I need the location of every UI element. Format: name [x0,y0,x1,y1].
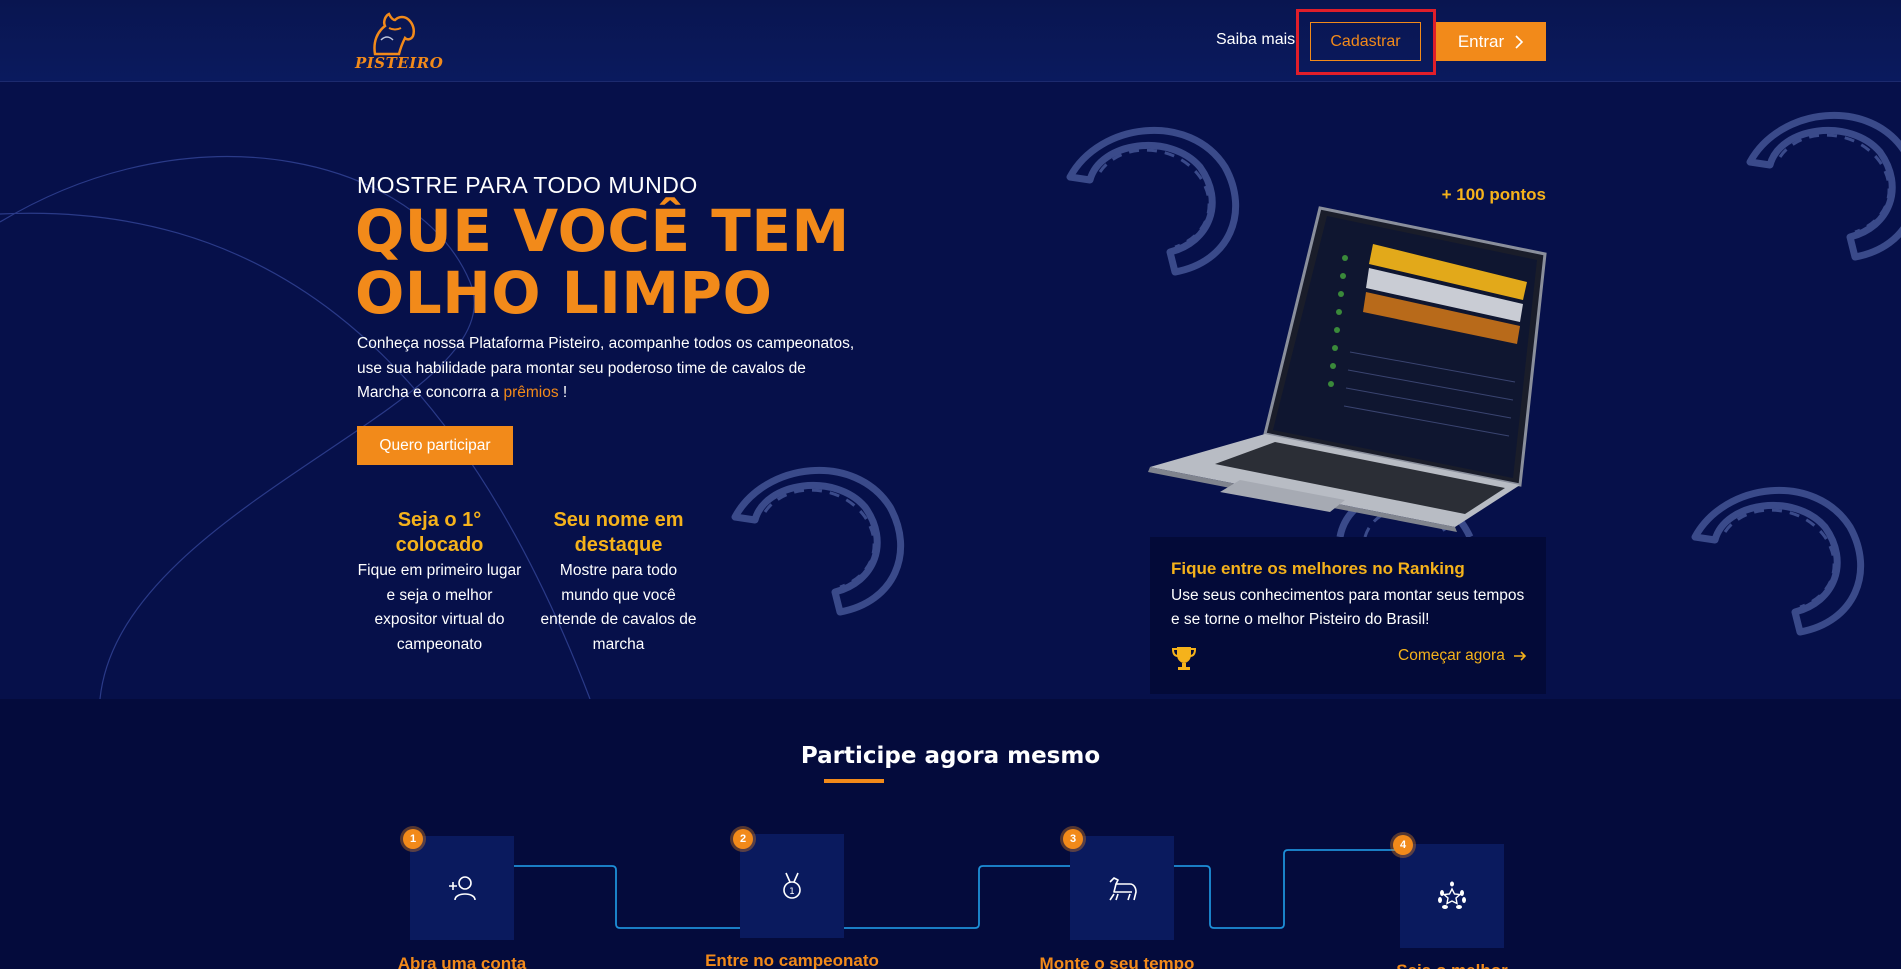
step-3-box[interactable] [1070,836,1174,940]
trophy-icon [1171,647,1197,670]
step-4-number: 4 [1393,835,1413,855]
logo-text: PISTEIRO [355,54,444,72]
horseshoe-decoration-icon [1691,486,1865,636]
step-3-label: Monte o seu tempo [1039,954,1195,969]
nav-saiba-mais-link[interactable]: Saiba mais [1216,31,1295,49]
hero-description: Conheça nossa Plataforma Pisteiro, acomp… [357,332,857,406]
ranking-description: Use seus conhecimentos para montar seus … [1171,587,1525,628]
hero-title-line2: OLHO LIMPO [355,259,773,327]
pisteiro-logo[interactable]: PISTEIRO [355,10,444,72]
entrar-button[interactable]: Entrar [1436,22,1546,61]
horseshoe-decoration-icon [731,466,905,616]
feature-name-highlight: Seu nome em destaque Mostre para todo mu… [536,508,701,657]
premios-link[interactable]: prêmios [503,384,558,401]
feature-title: Seu nome em destaque [553,509,684,556]
add-user-icon [449,876,476,901]
top-header: PISTEIRO Saiba mais Cadastrar Entrar [0,0,1901,82]
step-2-box[interactable]: 1 [740,834,844,938]
hero-pre-title: MOSTRE PARA TODO MUNDO [357,172,698,198]
horse-icon [1109,877,1137,901]
hero-section: MOSTRE PARA TODO MUNDO QUE VOCÊ TEM OLHO… [0,82,1901,699]
medal-icon: 1 [783,872,801,899]
feature-title: Seja o 1° colocado [395,509,484,556]
hero-desc-text: Conheça nossa Plataforma Pisteiro, acomp… [357,335,855,401]
step-2-number: 2 [733,829,753,849]
step-1-label: Abra uma conta [397,954,527,969]
step-2-label: Entre no campeonato [705,951,879,969]
step-1-box[interactable] [410,836,514,940]
comecar-agora-label: Começar agora [1398,647,1505,664]
quero-participar-button[interactable]: Quero participar [357,426,513,465]
entrar-label: Entrar [1457,31,1505,51]
ranking-title: Fique entre os melhores no Ranking [1171,559,1465,578]
step-1-number: 1 [403,829,423,849]
hero-title-line1: QUE VOCÊ TEM [355,197,850,265]
feature-first-place: Seja o 1° colocado Fique em primeiro lug… [357,508,522,657]
cadastrar-button[interactable]: Cadastrar [1310,22,1421,61]
steps-connector-line [514,849,1400,929]
step-4-box[interactable] [1400,844,1504,948]
step-3-number: 3 [1063,829,1083,849]
hero-desc-end: ! [562,384,568,401]
hero-title: QUE VOCÊ TEM OLHO LIMPO [355,200,915,324]
laurel-star-icon [1438,881,1466,909]
chevron-right-icon [1515,34,1524,49]
comecar-agora-link[interactable]: Começar agora [1398,647,1527,665]
horseshoe-decoration-icon [1746,111,1901,261]
feature-text: Fique em primeiro lugar e seja o melhor … [357,562,522,653]
svg-text:1: 1 [789,887,795,897]
ranking-card: Fique entre os melhores no Ranking Use s… [1150,537,1546,694]
horse-head-logo-icon [373,12,416,56]
laptop-image [1148,206,1547,532]
background-curve-lines [0,156,591,699]
feature-text: Mostre para todo mundo que você entende … [540,562,697,653]
arrow-right-icon [1513,651,1526,661]
steps-section: Participe agora mesmo 1 Abra uma conta 1… [0,699,1901,969]
step-4-label: Seja o melhor [1342,961,1562,969]
